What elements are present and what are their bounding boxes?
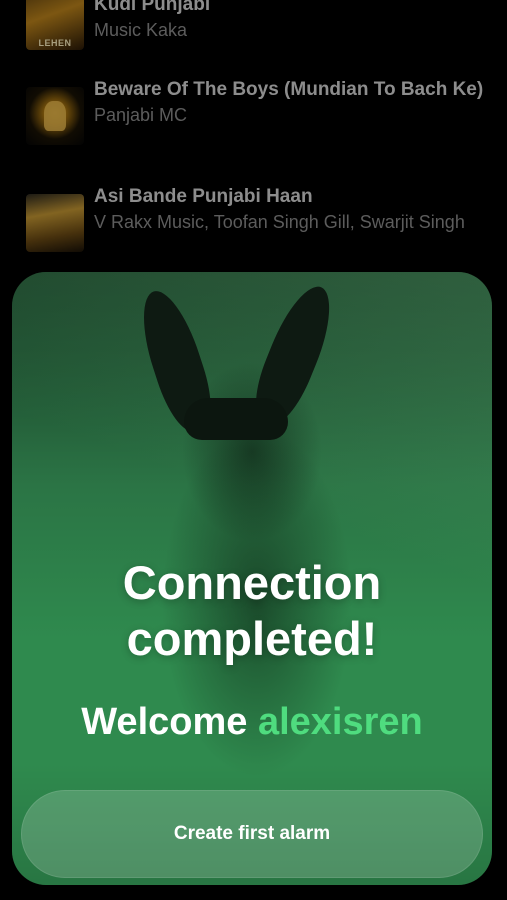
track-artist: Panjabi MC [94,105,188,125]
album-art [26,87,84,145]
track-title: Asi Bande Punjabi Haan [94,186,313,207]
track-text: Asi Bande Punjabi Haan V Rakx Music, Too… [94,184,487,235]
track-text: Kudi Punjabi Music Kaka [94,0,487,43]
mask-shape [184,398,288,440]
track-artist: V Rakx Music, Toofan Singh Gill, Swarjit… [94,212,465,232]
track-item[interactable]: LEHEN Kudi Punjabi Music Kaka [0,0,507,52]
app-screen: LEHEN Kudi Punjabi Music Kaka Beware Of … [0,0,507,900]
welcome-prefix: Welcome [81,701,248,743]
hand-emblem-icon [44,101,66,131]
album-art-caption: LEHEN [38,38,72,48]
track-text: Beware Of The Boys (Mundian To Bach Ke) … [94,77,487,128]
welcome-message: Welcome alexisren [12,699,492,745]
track-item[interactable]: Beware Of The Boys (Mundian To Bach Ke) … [0,77,507,162]
connection-modal: Connection completed! Welcome alexisren … [12,272,492,885]
album-art [26,194,84,252]
track-item[interactable]: Asi Bande Punjabi Haan V Rakx Music, Too… [0,184,507,264]
album-art: LEHEN [26,0,84,50]
track-title: Kudi Punjabi [94,0,211,15]
create-first-alarm-button[interactable]: Create first alarm [21,790,483,878]
username: alexisren [257,701,423,743]
track-artist: Music Kaka [94,20,188,40]
track-title: Beware Of The Boys (Mundian To Bach Ke) [94,79,484,100]
modal-heading: Connection completed! [122,556,382,665]
